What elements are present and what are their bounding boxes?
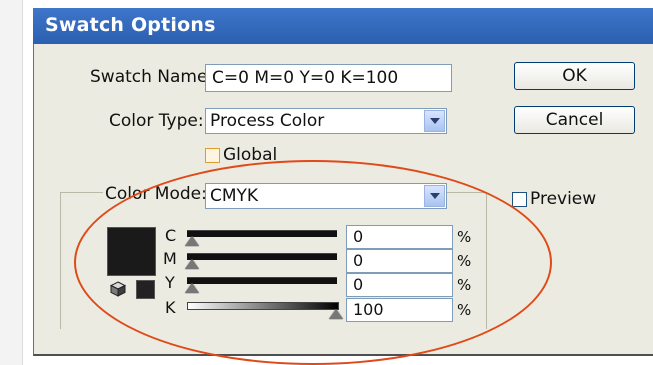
cancel-button[interactable]: Cancel bbox=[514, 106, 635, 134]
preview-checkbox[interactable] bbox=[512, 192, 527, 207]
color-type-select[interactable]: Process Color bbox=[205, 108, 447, 134]
preview-label: Preview bbox=[530, 189, 597, 209]
swatch-name-value: C=0 M=0 Y=0 K=100 bbox=[212, 68, 399, 88]
dialog-title: Swatch Options bbox=[45, 14, 216, 36]
background-panel bbox=[0, 0, 23, 365]
color-type-value: Process Color bbox=[210, 111, 325, 131]
dropdown-arrow-icon[interactable] bbox=[424, 110, 445, 132]
ok-button[interactable]: OK bbox=[514, 62, 635, 90]
highlight-annotation-ellipse bbox=[74, 160, 552, 365]
swatch-name-label: Swatch Name: bbox=[90, 67, 214, 87]
swatch-name-field[interactable]: C=0 M=0 Y=0 K=100 bbox=[205, 64, 452, 92]
color-type-label: Color Type: bbox=[109, 111, 204, 131]
global-checkbox[interactable] bbox=[205, 148, 220, 163]
